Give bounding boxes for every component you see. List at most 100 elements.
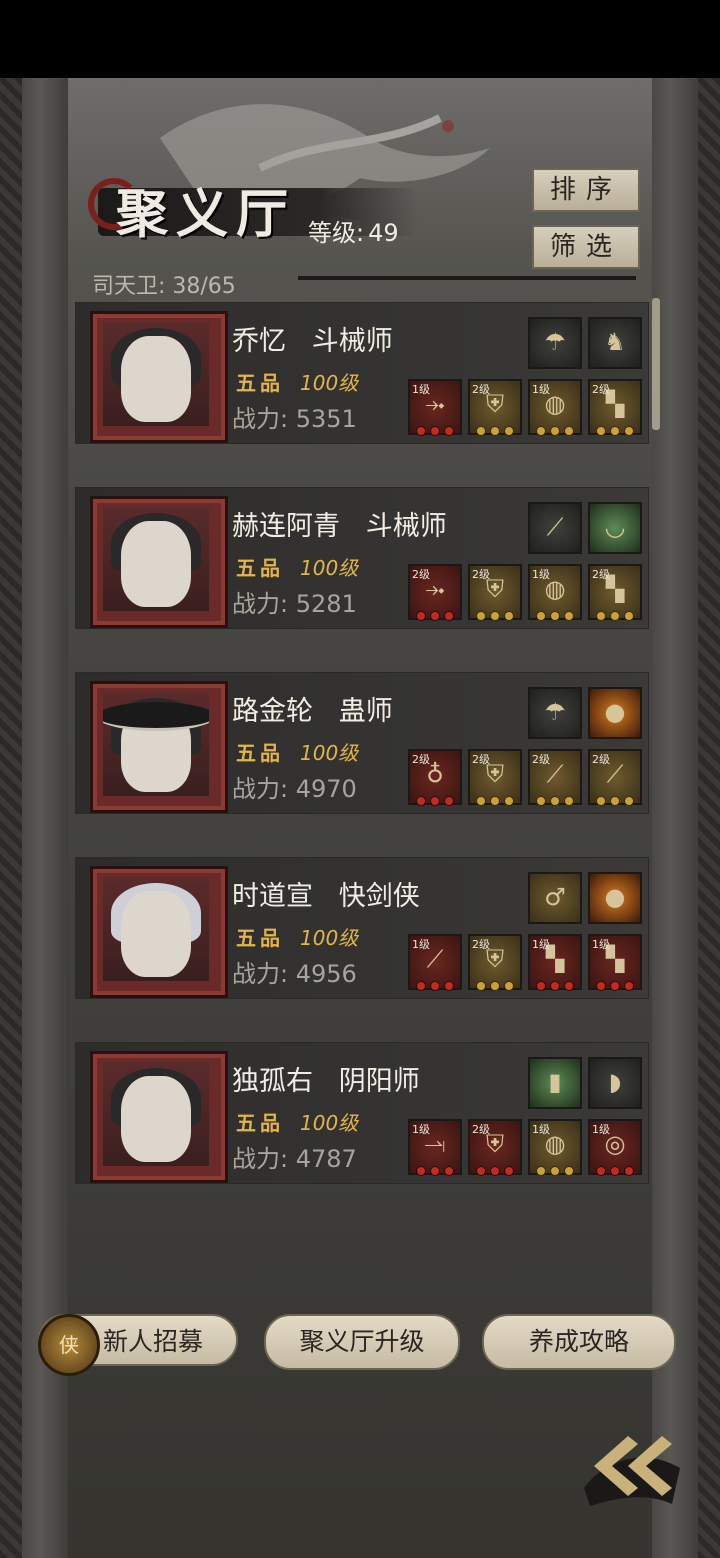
hall-upgrade-button[interactable]: 聚义厅升级 xyxy=(264,1314,460,1370)
equipment-level: 1级 xyxy=(592,1123,610,1136)
portrait-art xyxy=(103,1062,209,1166)
equipment-level: 1级 xyxy=(592,938,610,951)
equipment-level: 2级 xyxy=(592,753,610,766)
gourd-equipment-slot[interactable]: ♁ 2级 xyxy=(408,749,462,806)
boots-equipment-slot[interactable]: ▚ 1级 xyxy=(528,934,582,991)
bowl-icon[interactable]: ◡ xyxy=(588,502,642,554)
hero-name: 独孤右 阴阳师 xyxy=(232,1066,420,1097)
mushroom-glyph: ☂ xyxy=(544,328,566,356)
level-value: 49 xyxy=(368,219,399,247)
hero-card[interactable]: 乔忆 斗械师 五品 100级 战力: 5351 ☂ ♞ ⤞ 1级 ⛨ 2级 ◍ 1级 ▚ 2级 xyxy=(76,303,648,443)
amber-icon[interactable]: ● xyxy=(588,687,642,739)
hero-grade: 五品 xyxy=(236,371,284,395)
bowl-glyph: ◡ xyxy=(604,513,626,541)
star-dots xyxy=(474,981,516,991)
hero-power: 战力: 4970 xyxy=(232,775,357,803)
hero-portrait[interactable] xyxy=(90,311,228,443)
mushroom-icon[interactable]: ☂ xyxy=(528,317,582,369)
hero-level: 100级 xyxy=(300,926,359,950)
armor-equipment-slot[interactable]: ⛨ 2级 xyxy=(468,379,522,436)
amber-glyph: ● xyxy=(604,883,626,911)
helmet-equipment-slot[interactable]: ◍ 1级 xyxy=(528,564,582,621)
equipment-level: 1级 xyxy=(532,383,550,396)
sword-equipment-slot[interactable]: ⟋ 1级 xyxy=(408,934,462,991)
helmet-equipment-slot[interactable]: ◍ 1级 xyxy=(528,1119,582,1176)
level-label: 等级: xyxy=(308,219,365,247)
hero-level: 100级 xyxy=(300,741,359,765)
amber-glyph: ● xyxy=(604,698,626,726)
sort-button[interactable]: 排序 xyxy=(532,168,640,212)
helmet-equipment-slot[interactable]: ◍ 1级 xyxy=(528,379,582,436)
hero-name: 赫连阿青 斗械师 xyxy=(232,511,447,542)
hero-portrait[interactable] xyxy=(90,1051,228,1183)
star-dots xyxy=(474,1166,516,1176)
staff-equipment-slot[interactable]: ⟋ 2级 xyxy=(528,749,582,806)
hero-card[interactable]: 赫连阿青 斗械师 五品 100级 战力: 5281 ⟋ ◡ ⤞ 2级 ⛨ 2级 ◍ 1级 ▚ 2级 xyxy=(76,488,648,628)
portrait-art xyxy=(103,322,209,426)
hero-portrait[interactable] xyxy=(90,866,228,998)
face-shape xyxy=(121,336,191,422)
fossil-glyph: ◗ xyxy=(608,1068,622,1096)
star-dots xyxy=(594,1166,636,1176)
hero-card[interactable]: 独孤右 阴阳师 五品 100级 战力: 4787 ▮ ◗ ⥓ 1级 ⛨ 2级 ◍ 1级 ◎ 1级 xyxy=(76,1043,648,1183)
guard-count: 司天卫: 38/65 xyxy=(92,274,236,299)
mushroom-glyph: ☂ xyxy=(544,698,566,726)
hat-shape xyxy=(103,702,209,731)
portrait-art xyxy=(103,692,209,796)
star-dots xyxy=(474,796,516,806)
back-chevron-icon[interactable] xyxy=(576,1418,686,1508)
crossbow-equipment-slot[interactable]: ⤞ 1级 xyxy=(408,379,462,436)
equipment-level: 2级 xyxy=(532,753,550,766)
crossbow-equipment-slot[interactable]: ⤞ 2级 xyxy=(408,564,462,621)
star-dots xyxy=(594,426,636,436)
divider-line xyxy=(298,276,636,280)
jade-icon[interactable]: ▮ xyxy=(528,1057,582,1109)
robe-equipment-slot[interactable]: ⛨ 2级 xyxy=(468,1119,522,1176)
filter-button[interactable]: 筛选 xyxy=(532,225,640,269)
hero-grade: 五品 xyxy=(236,1111,284,1135)
armor-equipment-slot[interactable]: ⛨ 2级 xyxy=(468,564,522,621)
scythe-equipment-slot[interactable]: ⥓ 1级 xyxy=(408,1119,462,1176)
wolf-glyph: ♞ xyxy=(604,328,626,356)
star-dots xyxy=(534,426,576,436)
hero-grade: 五品 xyxy=(236,926,284,950)
star-dots xyxy=(414,981,456,991)
mushroom-icon[interactable]: ☂ xyxy=(528,687,582,739)
ladle-glyph: ♂ xyxy=(544,883,566,911)
staff-equipment-slot[interactable]: ⟋ 2级 xyxy=(588,749,642,806)
ring-equipment-slot[interactable]: ◎ 1级 xyxy=(588,1119,642,1176)
hero-card[interactable]: 路金轮 蛊师 五品 100级 战力: 4970 ☂ ● ♁ 2级 ⛨ 2级 ⟋ 2级 ⟋ 2级 xyxy=(76,673,648,813)
star-dots xyxy=(414,1166,456,1176)
star-dots xyxy=(414,426,456,436)
hero-portrait[interactable] xyxy=(90,681,228,813)
star-dots xyxy=(534,981,576,991)
fossil-icon[interactable]: ◗ xyxy=(588,1057,642,1109)
star-dots xyxy=(534,1166,576,1176)
boots-equipment-slot[interactable]: ▚ 1级 xyxy=(588,934,642,991)
armor-equipment-slot[interactable]: ⛨ 2级 xyxy=(468,749,522,806)
star-dots xyxy=(594,981,636,991)
hero-grade: 五品 xyxy=(236,741,284,765)
star-dots xyxy=(534,611,576,621)
list-scrollbar[interactable] xyxy=(652,298,660,430)
equipment-level: 1级 xyxy=(412,1123,430,1136)
wolf-icon[interactable]: ♞ xyxy=(588,317,642,369)
status-bar xyxy=(0,0,720,78)
boots-equipment-slot[interactable]: ▚ 2级 xyxy=(588,564,642,621)
hero-name: 路金轮 蛊师 xyxy=(232,696,393,727)
hero-card[interactable]: 时道宣 快剑侠 五品 100级 战力: 4956 ♂ ● ⟋ 1级 ⛨ 2级 ▚ 1级 ▚ 1级 xyxy=(76,858,648,998)
boots-equipment-slot[interactable]: ▚ 2级 xyxy=(588,379,642,436)
equipment-level: 1级 xyxy=(532,1123,550,1136)
robe-equipment-slot[interactable]: ⛨ 2级 xyxy=(468,934,522,991)
hero-power: 战力: 5281 xyxy=(232,590,357,618)
star-dots xyxy=(414,796,456,806)
equipment-level: 2级 xyxy=(472,568,490,581)
guide-button[interactable]: 养成攻略 xyxy=(482,1314,676,1370)
amber-icon[interactable]: ● xyxy=(588,872,642,924)
ladle-icon[interactable]: ♂ xyxy=(528,872,582,924)
star-dots xyxy=(534,796,576,806)
spear-icon[interactable]: ⟋ xyxy=(528,502,582,554)
hero-level: 100级 xyxy=(300,556,359,580)
game-screen: 聚义厅 等级: 49 排序 筛选 司天卫: 38/65 乔忆 斗械师 五品 100级战… xyxy=(0,78,720,1558)
hero-portrait[interactable] xyxy=(90,496,228,628)
